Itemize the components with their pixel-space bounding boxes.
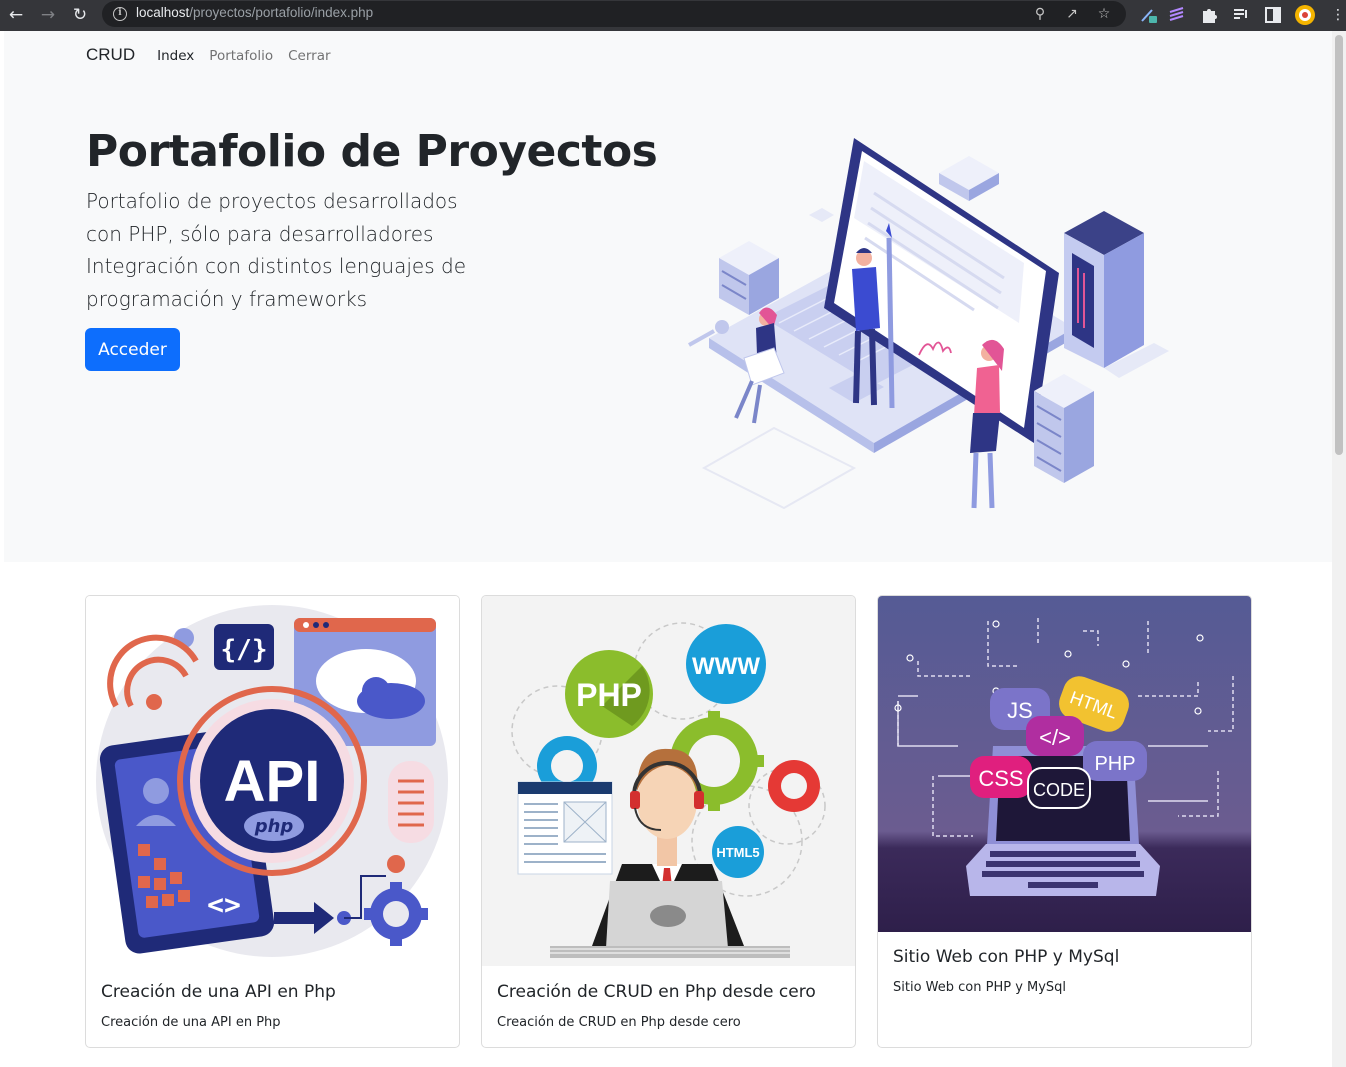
site-info-icon[interactable]: i (113, 7, 127, 21)
card-image-web: JS HTML </> CSS PHP CODE (878, 596, 1251, 932)
url-text: localhost/proyectos/portafolio/index.php (136, 5, 374, 20)
hero-title: Portafolio de Proyectos (86, 126, 658, 177)
address-bar[interactable]: i localhost/proyectos/portafolio/index.p… (102, 1, 1126, 27)
card-text: Creación de una API en Php (101, 1015, 281, 1030)
extension-pen-icon[interactable] (1138, 4, 1160, 26)
acceder-button[interactable]: Acceder (85, 328, 180, 371)
bookmark-star-icon[interactable]: ☆ (1094, 4, 1114, 24)
nav-link-cerrar[interactable]: Cerrar (288, 48, 330, 64)
hero-lead: Portafolio de proyectos desarrollados co… (86, 189, 466, 311)
card-text: Creación de CRUD en Php desde cero (497, 1015, 741, 1030)
profile-avatar-icon[interactable] (1294, 4, 1316, 26)
side-panel-icon[interactable] (1262, 4, 1284, 26)
page: CRUD Index Portafolio Cerrar Portafolio … (0, 31, 1346, 1067)
css-bubble-label: CSS (978, 766, 1023, 791)
card-title: Sitio Web con PHP y MySql (893, 947, 1120, 967)
html5-bubble-label: HTML5 (716, 845, 759, 860)
card-image-crud: PHP WWW HTML5 (482, 596, 855, 966)
navbar: CRUD Index Portafolio Cerrar (86, 45, 346, 65)
code-tag-label: {/} (221, 635, 268, 665)
scrollbar-thumb[interactable] (1335, 35, 1343, 455)
card-title: Creación de una API en Php (101, 982, 336, 1002)
project-card: PHP WWW HTML5 Creación de CRUD en Php de… (481, 595, 856, 1048)
project-card: JS HTML </> CSS PHP CODE Sitio Web con P… (877, 595, 1252, 1048)
hero-section: CRUD Index Portafolio Cerrar Portafolio … (4, 31, 1332, 562)
card-image-api: {/} <> API php (86, 596, 459, 966)
browser-toolbar: ← → ↻ i localhost/proyectos/portafolio/i… (0, 0, 1346, 31)
js-bubble-label: JS (1007, 698, 1033, 723)
api-label: API (224, 749, 321, 814)
extension-lines-icon[interactable] (1166, 4, 1188, 26)
forward-icon[interactable]: → (37, 4, 59, 26)
php-logo-label: php (254, 816, 294, 837)
php-bubble-label: PHP (576, 677, 642, 713)
menu-kebab-icon[interactable]: ⋮ (1327, 4, 1346, 26)
nav-link-index[interactable]: Index (157, 48, 194, 64)
navbar-brand[interactable]: CRUD (86, 45, 135, 65)
scrollbar[interactable] (1332, 31, 1346, 1067)
reading-list-icon[interactable] (1230, 4, 1252, 26)
hero-illustration (688, 138, 1169, 510)
php-bubble-label: PHP (1094, 753, 1135, 775)
code-bubble-label: </> (1039, 725, 1071, 750)
back-icon[interactable]: ← (5, 4, 27, 26)
www-bubble-label: WWW (692, 653, 760, 680)
nav-link-portafolio[interactable]: Portafolio (209, 48, 273, 64)
code-text-bubble-label: CODE (1033, 780, 1085, 800)
zoom-icon[interactable]: ⚲ (1030, 4, 1050, 24)
reload-icon[interactable]: ↻ (69, 4, 91, 26)
extensions-puzzle-icon[interactable] (1198, 4, 1220, 26)
project-card: {/} <> API php Creación de una API en Ph… (85, 595, 460, 1048)
card-title: Creación de CRUD en Php desde cero (497, 982, 816, 1002)
share-icon[interactable]: ↗ (1062, 4, 1082, 24)
card-text: Sitio Web con PHP y MySql (893, 980, 1067, 995)
code-brackets-label: <> (207, 888, 241, 921)
